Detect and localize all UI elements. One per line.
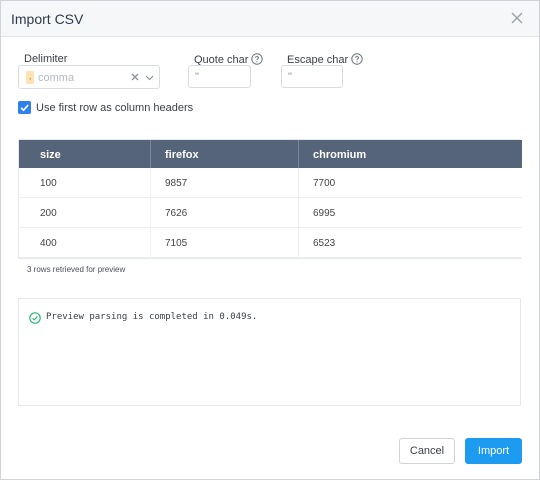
delimiter-select[interactable]: , comma <box>18 65 160 89</box>
quote-char-input[interactable] <box>188 65 251 88</box>
cancel-button[interactable]: Cancel <box>399 438 455 464</box>
question-circle-icon[interactable] <box>251 53 264 65</box>
table-header: size firefox chromium <box>19 140 522 168</box>
table-cell: 6995 <box>313 208 336 219</box>
delimiter-chip: , <box>26 71 34 84</box>
import-csv-dialog: Import CSV Delimiter , comma Quote char … <box>0 0 540 480</box>
column-header: firefox <box>165 149 199 161</box>
table-cell: 100 <box>40 178 57 189</box>
chevron-down-icon[interactable] <box>144 72 155 83</box>
parse-status-message: Preview parsing is completed in 0.049s. <box>46 312 258 322</box>
table-cell: 6523 <box>313 238 336 249</box>
column-divider <box>298 168 299 259</box>
table-row: 400 7105 6523 <box>19 228 522 258</box>
check-circle-icon <box>29 312 41 324</box>
escape-char-input[interactable] <box>281 65 343 88</box>
table-row: 200 7626 6995 <box>19 198 522 228</box>
column-header: size <box>40 149 61 161</box>
column-divider <box>150 140 151 168</box>
dialog-title: Import CSV <box>11 11 84 27</box>
dialog-header: Import CSV <box>1 1 539 37</box>
preview-table: size firefox chromium 100 9857 7700 200 … <box>18 139 522 259</box>
first-row-header-checkbox[interactable] <box>18 101 31 114</box>
table-cell: 7105 <box>165 238 188 249</box>
delimiter-value: comma <box>38 72 75 84</box>
clear-icon[interactable] <box>129 71 141 83</box>
first-row-header-label[interactable]: Use first row as column headers <box>36 102 193 114</box>
table-cell: 200 <box>40 208 57 219</box>
table-cell: 7700 <box>313 178 336 189</box>
rows-retrieved-note: 3 rows retrieved for preview <box>27 265 126 274</box>
parse-log-panel: Preview parsing is completed in 0.049s. <box>18 298 521 406</box>
delimiter-label: Delimiter <box>24 53 68 65</box>
column-divider <box>298 140 299 168</box>
close-icon[interactable] <box>509 10 525 26</box>
table-cell: 7626 <box>165 208 188 219</box>
table-cell: 9857 <box>165 178 188 189</box>
import-button[interactable]: Import <box>465 438 522 464</box>
table-row: 100 9857 7700 <box>19 168 522 198</box>
table-cell: 400 <box>40 238 57 249</box>
column-divider <box>150 168 151 259</box>
column-header: chromium <box>313 149 367 161</box>
question-circle-icon[interactable] <box>351 53 363 65</box>
